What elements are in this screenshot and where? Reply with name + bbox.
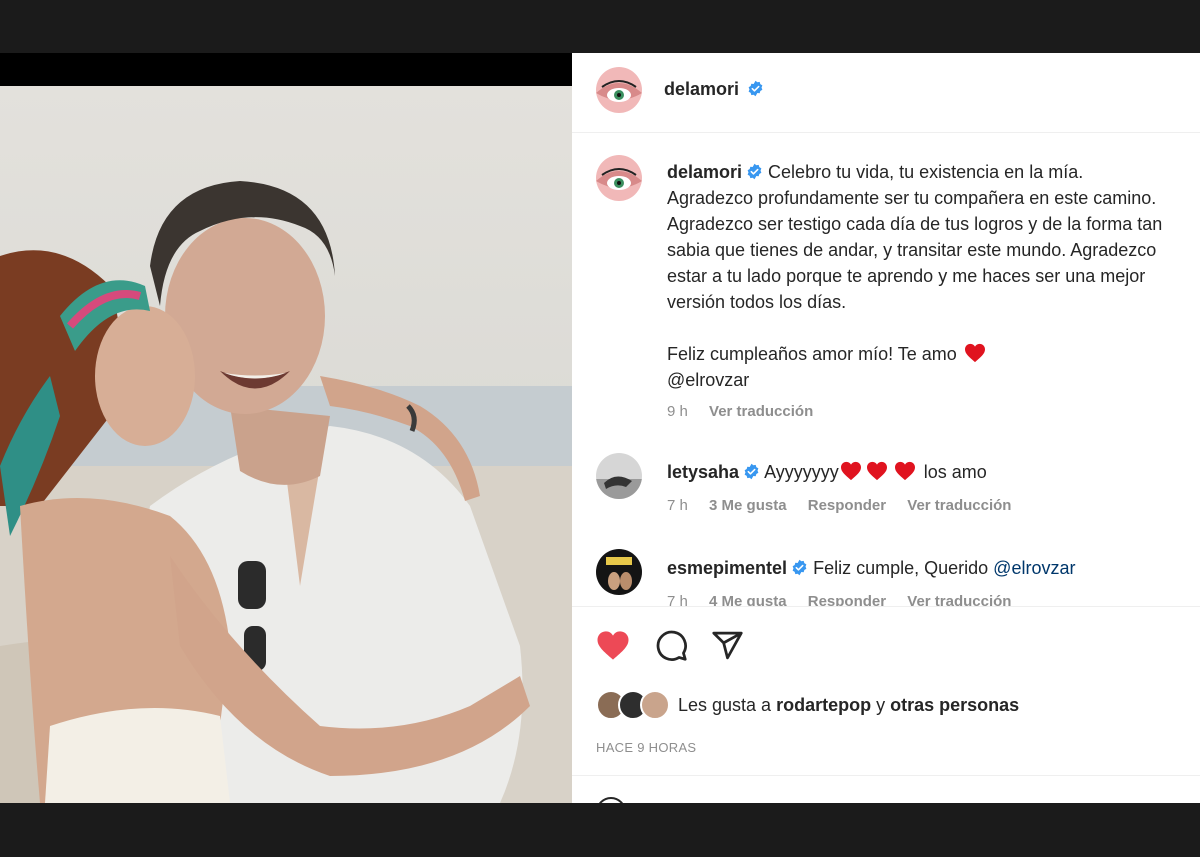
comment-text-after: los amo [923, 462, 987, 482]
liked-by-joiner: y [876, 694, 886, 715]
caption-line: delamori Celebro tu vida, tu existencia … [667, 159, 1083, 185]
liked-by-user-link[interactable]: rodartepop [776, 695, 871, 716]
red-heart-emoji-icon [964, 343, 985, 363]
comment-bubble-icon[interactable] [653, 627, 689, 663]
comment-item: esmepimentel Feliz cumple, Querido @elro… [572, 547, 1200, 606]
caption-time: 9 h [667, 403, 688, 420]
red-heart-emoji-icon [894, 461, 915, 481]
comment-text: Ayyyyyyy [764, 462, 839, 482]
caption-text-line: Celebro tu vida, tu existencia en la mía… [768, 162, 1084, 182]
comment-likes-count[interactable]: 4 Me gusta [709, 593, 787, 606]
liker-avatars [596, 690, 670, 720]
liked-by-row: Les gusta a rodartepop y otras personas [596, 689, 1019, 721]
commenter-avatar[interactable] [596, 453, 642, 499]
verified-badge-icon [792, 559, 807, 576]
comment-text-line: esmepimentel Feliz cumple, Querido @elro… [667, 555, 1075, 581]
author-avatar[interactable] [596, 67, 642, 113]
caption-author-username[interactable]: delamori [667, 162, 742, 182]
post-photo[interactable] [0, 86, 572, 803]
verified-badge-icon [747, 163, 762, 180]
heart-filled-icon[interactable] [595, 627, 631, 663]
comment-item: letysaha Ayyyyyyy los amo 7 h 3 Me gusta… [572, 451, 1200, 531]
caption-text-line: Agradezco ser testigo cada día de tus lo… [667, 214, 1163, 234]
caption-translate-link[interactable]: Ver traducción [709, 403, 813, 420]
actions-divider [572, 775, 1200, 776]
comment-time: 7 h [667, 497, 688, 514]
post-side-panel: delamori delamori Celebro tu vida, tu ex… [572, 53, 1200, 803]
commenter-username[interactable]: esmepimentel [667, 558, 787, 578]
comment-reply-button[interactable]: Responder [808, 497, 886, 514]
commenter-username[interactable]: letysaha [667, 462, 739, 482]
red-heart-emoji-icon [840, 461, 861, 481]
post-time-ago: HACE 9 HORAS [596, 740, 697, 755]
comment-meta: 7 h 4 Me gusta Responder Ver traducción [667, 593, 1028, 606]
caption-meta: 9 h Ver traducción [667, 403, 830, 420]
caption-text-line: sabia que tienes de andar, y transitar e… [667, 240, 1157, 260]
caption-text-line: Agradezco profundamente ser tu compañera… [667, 188, 1157, 208]
red-heart-emoji-icon [866, 461, 887, 481]
top-letterbox [0, 0, 1200, 53]
comment-text: Feliz cumple, Querido [813, 558, 989, 578]
caption-mention-link[interactable]: @elrovzar [667, 367, 749, 393]
caption-text-line: versión todos los días. [667, 292, 847, 312]
couple-photo [0, 181, 572, 803]
post-actions: Les gusta a rodartepop y otras personas … [572, 606, 1200, 803]
bottom-letterbox [0, 803, 1200, 857]
post-image-panel [0, 53, 572, 803]
caption-text-line: estar a tu lado porque te aprendo y me h… [667, 266, 1146, 286]
verified-badge-icon [749, 80, 763, 97]
commenter-avatar[interactable] [596, 549, 642, 595]
comments-list[interactable]: delamori Celebro tu vida, tu existencia … [572, 133, 1200, 606]
comment-mention-link[interactable]: @elrovzar [993, 558, 1075, 578]
comment-likes-count[interactable]: 3 Me gusta [709, 497, 787, 514]
comment-text-line: letysaha Ayyyyyyy los amo [667, 459, 987, 485]
liked-by-prefix: Les gusta a [678, 694, 772, 715]
liked-by-others-link[interactable]: otras personas [890, 695, 1019, 716]
comment-translate-link[interactable]: Ver traducción [907, 593, 1011, 606]
post-header: delamori [572, 53, 1200, 133]
caption-closing-line: Feliz cumpleaños amor mío! Te amo [667, 341, 986, 367]
liker-avatar[interactable] [640, 690, 670, 720]
comment-time: 7 h [667, 593, 688, 606]
caption-closing-text: Feliz cumpleaños amor mío! Te amo [667, 344, 957, 364]
author-username[interactable]: delamori [664, 79, 739, 99]
post-caption: delamori Celebro tu vida, tu existencia … [572, 155, 1200, 425]
comment-translate-link[interactable]: Ver traducción [907, 497, 1011, 514]
paper-plane-icon[interactable] [709, 627, 745, 663]
verified-badge-icon [744, 463, 759, 480]
comment-reply-button[interactable]: Responder [808, 593, 886, 606]
caption-author-avatar[interactable] [596, 155, 642, 201]
comment-meta: 7 h 3 Me gusta Responder Ver traducción [667, 497, 1028, 514]
